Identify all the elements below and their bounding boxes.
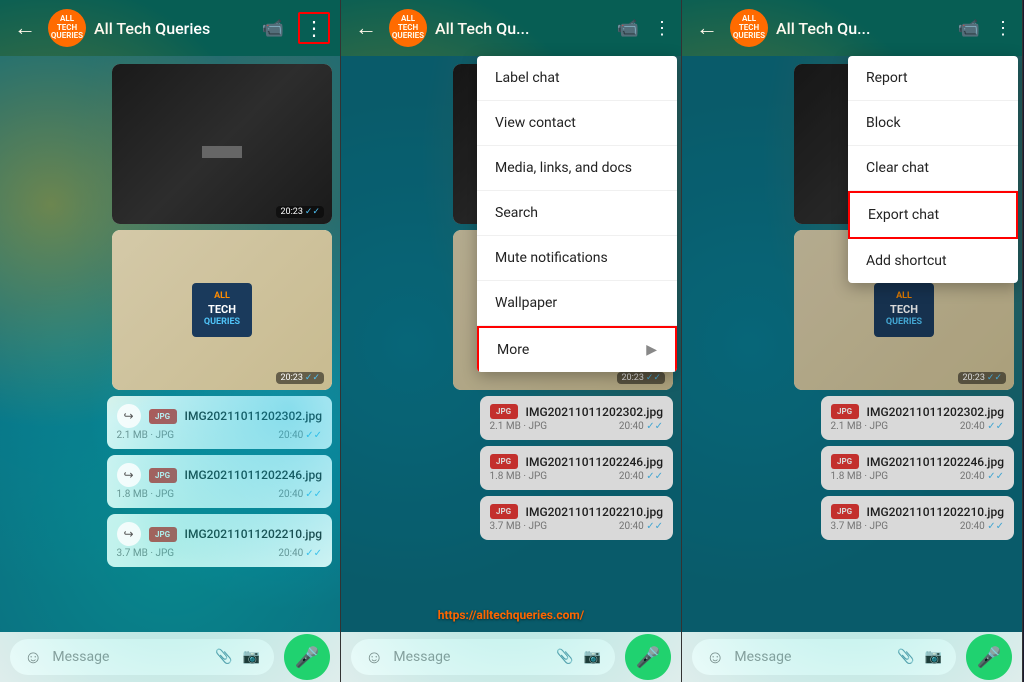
mic-button-3[interactable]: 🎤 — [966, 634, 1012, 680]
chat-title-2: All Tech Qu... — [435, 19, 609, 38]
filename-2: IMG20211011202246.jpg — [185, 468, 322, 482]
camera-icon-2[interactable]: 📷 — [584, 649, 601, 665]
camera-icon-3[interactable]: 📷 — [925, 649, 942, 665]
message-input-3[interactable]: ☺ Message 📎 📷 — [692, 639, 956, 675]
file-2-3: JPG IMG20211011202210.jpg 3.7 MB · JPG20… — [480, 496, 673, 540]
header-icons-2: 📹 ⋮ — [617, 18, 671, 39]
mic-button-2[interactable]: 🎤 — [625, 634, 671, 680]
menu-label-chat[interactable]: Label chat — [477, 56, 677, 101]
emoji-icon-3[interactable]: ☺ — [706, 647, 724, 668]
chevron-right-icon: ▶ — [646, 342, 657, 358]
menu-button-2[interactable]: ⋮ — [653, 18, 671, 39]
menu-report[interactable]: Report — [848, 56, 1018, 101]
header-icons-3: 📹 ⋮ — [958, 18, 1012, 39]
back-button-3[interactable]: ← — [692, 11, 722, 45]
back-button-1[interactable]: ← — [10, 11, 40, 45]
file-meta-1: 2.1 MB · JPG 20:40 ✓✓ — [117, 430, 322, 441]
jpg-badge-2: JPG — [149, 468, 177, 483]
avatar-text-2: ALLTECHQUERIES — [392, 15, 424, 41]
avatar-1: ALLTECHQUERIES — [48, 9, 86, 47]
file-meta-3: 3.7 MB · JPG 20:40 ✓✓ — [117, 548, 322, 559]
emoji-icon-2[interactable]: ☺ — [365, 647, 383, 668]
back-button-2[interactable]: ← — [351, 11, 381, 45]
input-placeholder-3: Message — [734, 649, 887, 665]
message-input-1[interactable]: ☺ Message 📎 📷 — [10, 639, 274, 675]
chat-body-1: ↪ ▬ 20:23✓✓ ↪ ALL TECH QUERIES — [0, 56, 340, 632]
video-call-icon[interactable]: 📹 — [262, 18, 284, 39]
menu-more[interactable]: More ▶ — [477, 326, 677, 372]
image-message-2: ↪ ALL TECH QUERIES 20:23✓✓ — [112, 230, 332, 390]
context-menu-2: Report Block Clear chat Export chat Add … — [848, 56, 1018, 283]
menu-button-1[interactable]: ⋮ — [298, 12, 330, 44]
paperclip-icon-2[interactable]: 📎 — [556, 649, 573, 665]
avatar-3: ALLTECHQUERIES — [730, 9, 768, 47]
menu-mute[interactable]: Mute notifications — [477, 236, 677, 281]
menu-search[interactable]: Search — [477, 191, 677, 236]
context-menu-1: Label chat View contact Media, links, an… — [477, 56, 677, 372]
panel-2: ← ALLTECHQUERIES All Tech Qu... 📹 ⋮ ↪ 20… — [341, 0, 682, 682]
menu-block[interactable]: Block — [848, 101, 1018, 146]
paperclip-icon-3[interactable]: 📎 — [897, 649, 914, 665]
menu-clear-chat[interactable]: Clear chat — [848, 146, 1018, 191]
emoji-icon-1[interactable]: ☺ — [24, 647, 42, 668]
file-message-1: ↪ JPG IMG20211011202302.jpg 2.1 MB · JPG… — [107, 396, 332, 449]
file-meta-2: 1.8 MB · JPG 20:40 ✓✓ — [117, 489, 322, 500]
menu-view-contact[interactable]: View contact — [477, 101, 677, 146]
chat-bottom-1: ☺ Message 📎 📷 🎤 — [0, 632, 340, 682]
menu-wallpaper[interactable]: Wallpaper — [477, 281, 677, 326]
chat-title-3: All Tech Qu... — [776, 19, 950, 38]
chat-header-3: ← ALLTECHQUERIES All Tech Qu... 📹 ⋮ — [682, 0, 1022, 56]
file-message-2: ↪ JPG IMG20211011202246.jpg 1.8 MB · JPG… — [107, 455, 332, 508]
menu-media-links[interactable]: Media, links, and docs — [477, 146, 677, 191]
jpg-badge-1: JPG — [149, 409, 177, 424]
timestamp-2: 20:23✓✓ — [276, 372, 324, 384]
file-2-2: JPG IMG20211011202246.jpg 1.8 MB · JPG20… — [480, 446, 673, 490]
header-icons-1: 📹 ⋮ — [262, 12, 330, 44]
message-input-2[interactable]: ☺ Message 📎 📷 — [351, 639, 615, 675]
camera-icon-1[interactable]: 📷 — [243, 649, 260, 665]
paperclip-icon-1[interactable]: 📎 — [215, 649, 232, 665]
mic-button-1[interactable]: 🎤 — [284, 634, 330, 680]
file-3-1: JPG IMG20211011202302.jpg 2.1 MB · JPG20… — [821, 396, 1014, 440]
input-placeholder-1: Message — [52, 649, 205, 665]
chat-bottom-3: ☺ Message 📎 📷 🎤 — [682, 632, 1022, 682]
menu-export-chat[interactable]: Export chat — [848, 191, 1018, 239]
video-call-icon-2[interactable]: 📹 — [617, 18, 639, 39]
file-message-3: ↪ JPG IMG20211011202210.jpg 3.7 MB · JPG… — [107, 514, 332, 567]
filename-3: IMG20211011202210.jpg — [185, 527, 322, 541]
chat-bottom-2: ☺ Message 📎 📷 🎤 — [341, 632, 681, 682]
timestamp-1: 20:23✓✓ — [276, 206, 324, 218]
panel-1: ← ALLTECHQUERIES All Tech Queries 📹 ⋮ ↪ … — [0, 0, 341, 682]
avatar-text-3: ALLTECHQUERIES — [733, 15, 765, 41]
image-dark-1: ▬ — [112, 64, 332, 224]
filename-1: IMG20211011202302.jpg — [185, 409, 322, 423]
avatar-2: ALLTECHQUERIES — [389, 9, 427, 47]
forward-icon-5[interactable]: ↪ — [117, 522, 141, 546]
jpg-badge-3: JPG — [149, 527, 177, 542]
file-2-1: JPG IMG20211011202302.jpg 2.1 MB · JPG20… — [480, 396, 673, 440]
input-placeholder-2: Message — [393, 649, 546, 665]
video-call-icon-3[interactable]: 📹 — [958, 18, 980, 39]
file-3-3: JPG IMG20211011202210.jpg 3.7 MB · JPG20… — [821, 496, 1014, 540]
image-logo-1: ALL TECH QUERIES — [112, 230, 332, 390]
menu-add-shortcut[interactable]: Add shortcut — [848, 239, 1018, 283]
menu-button-3[interactable]: ⋮ — [994, 18, 1012, 39]
avatar-text-1: ALLTECHQUERIES — [51, 15, 83, 41]
forward-icon-4[interactable]: ↪ — [117, 463, 141, 487]
file-3-2: JPG IMG20211011202246.jpg 1.8 MB · JPG20… — [821, 446, 1014, 490]
forward-icon-3[interactable]: ↪ — [117, 404, 141, 428]
image-message-1: ↪ ▬ 20:23✓✓ — [112, 64, 332, 224]
watermark: https://alltechqueries.com/ — [438, 608, 584, 622]
chat-title-1: All Tech Queries — [94, 19, 254, 38]
chat-header-2: ← ALLTECHQUERIES All Tech Qu... 📹 ⋮ — [341, 0, 681, 56]
chat-header-1: ← ALLTECHQUERIES All Tech Queries 📹 ⋮ — [0, 0, 340, 56]
panel-3: ← ALLTECHQUERIES All Tech Qu... 📹 ⋮ ↪ 20… — [682, 0, 1023, 682]
